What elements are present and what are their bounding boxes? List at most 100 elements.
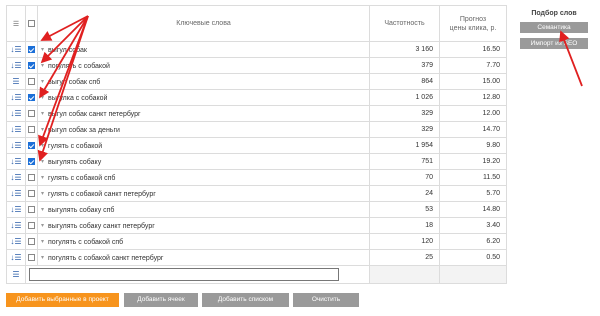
sort-icon[interactable]: ↓☰ bbox=[6, 137, 26, 154]
keyword-text: выгулять собаку санкт петербург bbox=[48, 222, 155, 230]
table-row: ↓☰ ▾ выгул собак санкт петербург 329 12.0… bbox=[6, 105, 507, 122]
sort-icon[interactable]: ↓☰ bbox=[6, 153, 26, 170]
row-checkbox[interactable] bbox=[28, 157, 35, 165]
table-row: ☰ ▾ выгул собак спб 864 15.00 bbox=[6, 73, 507, 90]
caret-down-icon[interactable]: ▾ bbox=[41, 255, 44, 261]
table-row: ↓☰ ▾ выгулка с собакой 1 026 12.80 bbox=[6, 89, 507, 106]
price-header[interactable]: Прогноз цены клика, р. bbox=[439, 5, 507, 42]
keyword-cell: ▾ выгул собак bbox=[37, 41, 370, 58]
keyword-text: гулять с собакой bbox=[48, 142, 103, 150]
keyword-cell: ▾ выгулять собаку санкт петербург bbox=[37, 217, 370, 234]
keyword-text: погулять с собакой санкт петербург bbox=[48, 254, 164, 262]
row-checkbox[interactable] bbox=[28, 93, 35, 101]
caret-down-icon[interactable]: ▾ bbox=[41, 239, 44, 245]
sort-icon[interactable]: ↓☰ bbox=[6, 201, 26, 218]
price-cell: 14.80 bbox=[439, 201, 507, 218]
caret-down-icon[interactable]: ▾ bbox=[41, 143, 44, 149]
table-row: ↓☰ ▾ гулять с собакой санкт петербург 24 … bbox=[6, 185, 507, 202]
caret-down-icon[interactable]: ▾ bbox=[41, 159, 44, 165]
frequency-cell: 70 bbox=[369, 169, 440, 186]
sort-icon[interactable]: ↓☰ bbox=[6, 233, 26, 250]
caret-down-icon[interactable]: ▾ bbox=[41, 79, 44, 85]
caret-down-icon[interactable]: ▾ bbox=[41, 207, 44, 213]
price-cell: 3.40 bbox=[439, 217, 507, 234]
sort-icon[interactable]: ↓☰ bbox=[6, 41, 26, 58]
keyword-cell: ▾ погулять с собакой спб bbox=[37, 233, 370, 250]
frequency-cell: 3 160 bbox=[369, 41, 440, 58]
caret-down-icon[interactable]: ▾ bbox=[41, 95, 44, 101]
caret-down-icon[interactable]: ▾ bbox=[41, 111, 44, 117]
caret-down-icon[interactable]: ▾ bbox=[41, 127, 44, 133]
row-checkbox[interactable] bbox=[28, 205, 35, 213]
keyword-text: погулять с собакой спб bbox=[48, 238, 124, 246]
new-keyword-row: ☰ bbox=[6, 265, 507, 284]
sort-icon[interactable]: ↓☰ bbox=[6, 57, 26, 74]
price-cell: 16.50 bbox=[439, 41, 507, 58]
keyword-text: выгул собак bbox=[48, 46, 87, 54]
keyword-text: выгул собак спб bbox=[48, 78, 101, 86]
sort-icon[interactable]: ↓☰ bbox=[6, 217, 26, 234]
row-checkbox[interactable] bbox=[28, 141, 35, 149]
caret-down-icon[interactable]: ▾ bbox=[41, 63, 44, 69]
keyword-text: гулять с собакой спб bbox=[48, 174, 116, 182]
row-checkbox[interactable] bbox=[28, 109, 35, 117]
sort-icon[interactable]: ☰ bbox=[6, 73, 26, 90]
sort-icon[interactable]: ↓☰ bbox=[6, 249, 26, 266]
price-cell: 11.50 bbox=[439, 169, 507, 186]
caret-down-icon[interactable]: ▾ bbox=[41, 223, 44, 229]
keyword-cell: ▾ гулять с собакой bbox=[37, 137, 370, 154]
keywords-header[interactable]: Ключевые слова bbox=[37, 5, 370, 42]
sidebar: Подбор слов Семантика Импорт из SEO bbox=[512, 5, 596, 49]
caret-down-icon[interactable]: ▾ bbox=[41, 47, 44, 53]
row-checkbox[interactable] bbox=[28, 45, 35, 53]
price-cell: 0.50 bbox=[439, 249, 507, 266]
row-checkbox[interactable] bbox=[28, 189, 35, 197]
new-keyword-cell bbox=[25, 265, 370, 284]
keyword-cell: ▾ выгулять собаку bbox=[37, 153, 370, 170]
keyword-cell: ▾ выгул собак за деньги bbox=[37, 121, 370, 138]
select-all-checkbox[interactable] bbox=[28, 19, 35, 27]
row-checkbox[interactable] bbox=[28, 237, 35, 245]
caret-down-icon[interactable]: ▾ bbox=[41, 191, 44, 197]
list-icon[interactable]: ☰ bbox=[6, 265, 26, 284]
sort-icon[interactable]: ↓☰ bbox=[6, 105, 26, 122]
table-row: ↓☰ ▾ выгул собак 3 160 16.50 bbox=[6, 41, 507, 58]
frequency-cell: 120 bbox=[369, 233, 440, 250]
row-checkbox[interactable] bbox=[28, 221, 35, 229]
row-checkbox[interactable] bbox=[28, 173, 35, 181]
sort-icon[interactable]: ↓☰ bbox=[6, 121, 26, 138]
keyword-text: выгул собак за деньги bbox=[48, 126, 120, 134]
sort-icon[interactable]: ↓☰ bbox=[6, 89, 26, 106]
row-checkbox[interactable] bbox=[28, 61, 35, 69]
table-row: ↓☰ ▾ выгулять собаку санкт петербург 18 3… bbox=[6, 217, 507, 234]
row-checkbox[interactable] bbox=[28, 125, 35, 133]
frequency-cell: 1 954 bbox=[369, 137, 440, 154]
semantics-button[interactable]: Семантика bbox=[520, 22, 588, 33]
sort-icon[interactable]: ↓☰ bbox=[6, 185, 26, 202]
table-row: ↓☰ ▾ выгулять собаку спб 53 14.80 bbox=[6, 201, 507, 218]
caret-down-icon[interactable]: ▾ bbox=[41, 175, 44, 181]
import-seo-button[interactable]: Импорт из SEO bbox=[520, 38, 588, 49]
frequency-header[interactable]: Частотность bbox=[369, 5, 440, 42]
header-list-icon[interactable]: ☰ bbox=[6, 5, 26, 42]
add-as-list-button[interactable]: Добавить списком bbox=[202, 293, 289, 307]
add-selected-to-project-button[interactable]: Добавить выбранные в проект bbox=[6, 293, 119, 307]
new-keyword-input[interactable] bbox=[29, 268, 339, 281]
frequency-cell: 864 bbox=[369, 73, 440, 90]
frequency-cell: 24 bbox=[369, 185, 440, 202]
keyword-text: выгул собак санкт петербург bbox=[48, 110, 141, 118]
clear-button[interactable]: Очистить bbox=[293, 293, 359, 307]
add-cells-button[interactable]: Добавить ячеек bbox=[124, 293, 198, 307]
row-checkbox[interactable] bbox=[28, 77, 35, 85]
price-header-line2: цены клика, р. bbox=[449, 24, 497, 32]
keyword-text: выгулять собаку bbox=[48, 158, 102, 166]
price-cell: 15.00 bbox=[439, 73, 507, 90]
table-row: ↓☰ ▾ погулять с собакой 379 7.70 bbox=[6, 57, 507, 74]
keywords-table: ☰ Ключевые слова Частотность Прогноз цен… bbox=[6, 5, 507, 284]
row-checkbox[interactable] bbox=[28, 253, 35, 261]
keyword-cell: ▾ выгул собак санкт петербург bbox=[37, 105, 370, 122]
frequency-cell: 1 026 bbox=[369, 89, 440, 106]
sidebar-title: Подбор слов bbox=[531, 10, 577, 17]
sort-icon[interactable]: ↓☰ bbox=[6, 169, 26, 186]
frequency-cell: 329 bbox=[369, 121, 440, 138]
